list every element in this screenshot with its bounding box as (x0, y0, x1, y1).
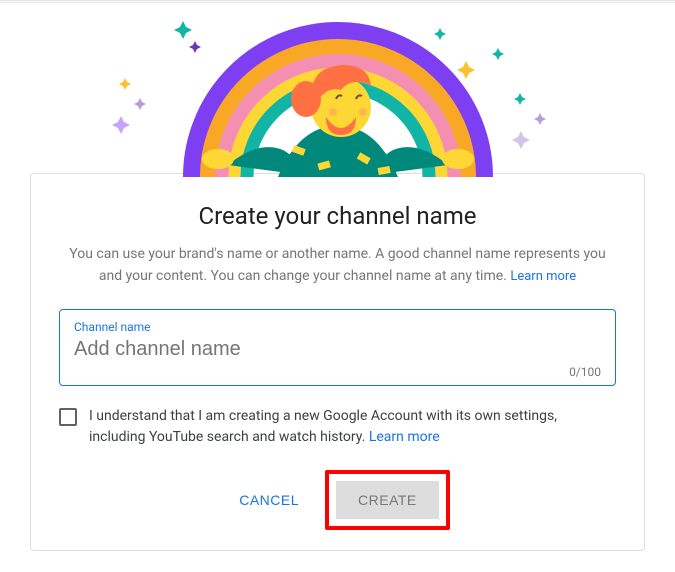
consent-row: I understand that I am creating a new Go… (59, 406, 616, 448)
dialog-subtitle: You can use your brand's name or another… (59, 244, 616, 287)
create-channel-card: Create your channel name You can use you… (30, 173, 645, 551)
channel-name-label: Channel name (74, 320, 601, 334)
consent-checkbox[interactable] (59, 408, 77, 426)
top-divider (0, 0, 675, 3)
consent-learn-more-link[interactable]: Learn more (369, 429, 440, 445)
subtitle-learn-more-link[interactable]: Learn more (510, 269, 576, 284)
char-counter: 0/100 (74, 365, 601, 379)
channel-name-input[interactable] (74, 338, 601, 361)
consent-text: I understand that I am creating a new Go… (89, 406, 616, 448)
rainbow-illustration (30, 7, 645, 177)
channel-name-field[interactable]: Channel name 0/100 (59, 309, 616, 386)
dialog-container: Create your channel name You can use you… (0, 7, 675, 551)
consent-text-body: I understand that I am creating a new Go… (89, 408, 557, 445)
cancel-button[interactable]: CANCEL (225, 482, 313, 518)
create-button[interactable]: CREATE (336, 481, 439, 519)
create-highlight-box: CREATE (325, 470, 450, 530)
dialog-title: Create your channel name (59, 202, 616, 230)
dialog-actions: CANCEL CREATE (59, 470, 616, 530)
